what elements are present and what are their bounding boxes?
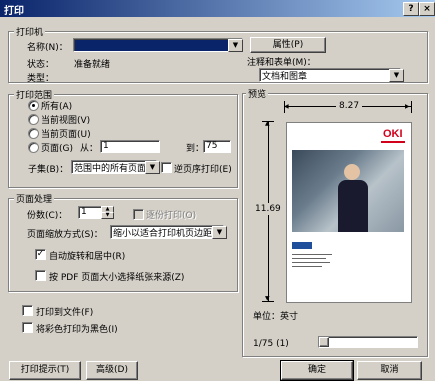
unit-label: 单位：英寸 [253,312,299,322]
spin-down-icon[interactable]: ▼ [101,212,114,219]
printer-group-label: 打印机 [14,25,46,38]
paper-by-pdf-checkbox[interactable] [35,270,46,281]
preview-text-line [292,266,322,267]
range-from-input[interactable]: 1 [100,140,160,153]
paper-by-pdf-label: 按 PDF 页面大小选择纸张来源(Z) [49,273,185,283]
page-counter: 1/75 (1) [253,339,289,349]
print-tips-button[interactable]: 打印提示(T) [9,361,81,380]
chevron-down-icon[interactable]: ▼ [389,69,404,82]
width-ruler-left-arrow: ◀ [284,103,289,110]
copies-label: 份数(C)： [27,211,68,221]
range-to-label: 到： [186,144,205,154]
cancel-button[interactable]: 取消 [357,361,422,380]
help-button[interactable]: ? [403,2,419,16]
chevron-down-icon[interactable]: ▼ [228,39,243,52]
print-to-file-label: 打印到文件(F) [36,308,94,318]
reverse-checkbox[interactable] [161,162,172,173]
printer-status-label: 状态： [27,60,55,70]
subset-label: 子集(B)： [28,165,69,175]
range-to-input[interactable]: 75 [203,140,231,153]
range-all-radio[interactable] [28,100,39,111]
preview-text-line [292,262,330,263]
width-ruler-right-tick [411,101,412,113]
page-preview: OKI [286,122,412,303]
copies-input[interactable]: 1 [78,206,102,219]
brand-logo: OKI [383,128,403,140]
preview-photo [292,150,404,232]
preview-text-line [292,254,332,255]
title-bar: 打印 ? × [0,0,435,17]
height-ruler-top-arrow: ▲ [265,120,270,127]
handling-group-label: 页面处理 [14,192,55,205]
comments-select[interactable]: 文档和图章 [259,68,401,82]
print-to-file-checkbox[interactable] [22,305,33,316]
range-view-label: 当前视图(V) [41,116,91,126]
printer-status-value: 准备就绪 [74,60,111,70]
advanced-button[interactable]: 高级(D) [86,361,138,380]
range-all-label: 所有(A) [41,102,73,112]
range-from-label: 从： [80,144,99,154]
collate-label: 逐份打印(O) [146,211,197,221]
height-ruler-label: 11.69 [255,203,281,215]
preview-blue-tab [292,242,312,249]
print-color-black-checkbox[interactable] [22,322,33,333]
height-ruler-bottom-arrow: ▼ [265,295,270,302]
reverse-label: 逆页序打印(E) [174,165,232,175]
scaling-select[interactable]: 缩小以适合打印机页边距 [110,225,224,239]
scaling-label: 页面缩放方式(S)： [27,230,103,240]
page-scroll-thumb[interactable] [319,337,329,347]
range-current-radio[interactable] [28,128,39,139]
ok-button[interactable]: 确定 [280,360,354,381]
chevron-down-icon[interactable]: ▼ [145,161,160,174]
autorotate-label: 自动旋转和居中(R) [49,252,126,262]
width-ruler-right-arrow: ▶ [405,103,410,110]
preview-group-label: 预览 [246,87,269,100]
properties-button[interactable]: 属性(P) [250,37,326,53]
chevron-down-icon[interactable]: ▼ [212,226,227,239]
brand-logo-underline [381,141,405,143]
preview-photo-head [344,164,360,180]
comments-label: 注释和表单(M)： [247,58,316,68]
printer-name-select[interactable] [73,38,243,52]
collate-checkbox[interactable] [133,209,144,220]
close-button[interactable]: × [419,2,435,16]
range-current-label: 当前页面(U) [41,130,91,140]
printer-name-label: 名称(N)： [27,43,68,53]
page-scrollbar[interactable] [318,336,418,348]
range-view-radio[interactable] [28,114,39,125]
range-pages-radio[interactable] [28,142,39,153]
window-title: 打印 [4,6,24,17]
autorotate-checkbox[interactable]: ✓ [35,249,46,260]
preview-photo-body [338,180,368,232]
range-pages-label: 页面(G) [41,144,73,154]
print-color-black-label: 将彩色打印为黑色(I) [36,325,118,335]
width-ruler-label: 8.27 [336,101,363,111]
preview-text-line [292,258,326,259]
printer-type-label: 类型： [27,74,55,84]
